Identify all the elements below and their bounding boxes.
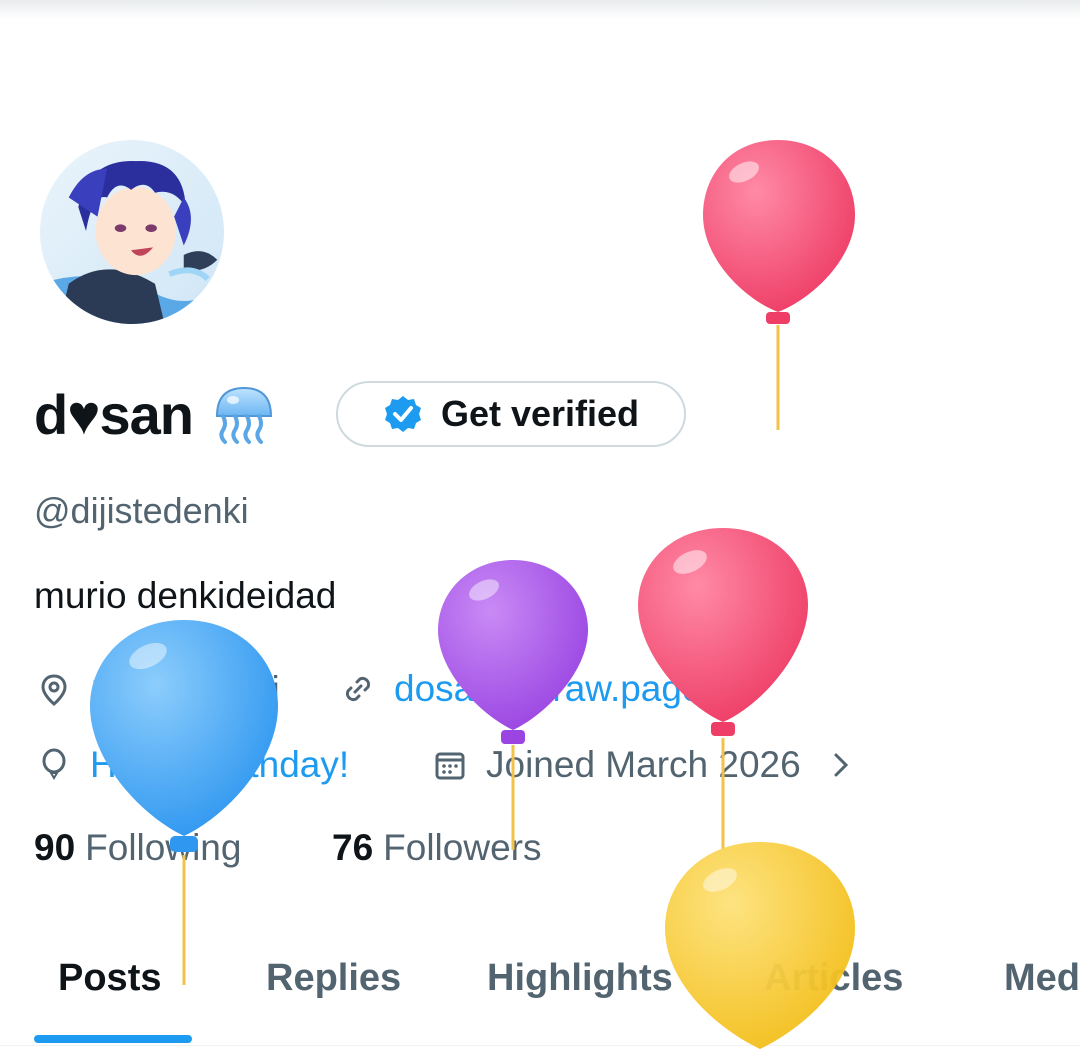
joined-item[interactable]: Joined March 2026 <box>432 744 859 786</box>
following-stat[interactable]: 90 Following <box>34 827 241 869</box>
chevron-right-icon[interactable] <box>823 747 859 783</box>
tab-highlights[interactable]: Highlights <box>487 957 673 1000</box>
link-icon <box>345 676 371 702</box>
red-balloon-top <box>703 140 855 430</box>
tab-replies[interactable]: Replies <box>266 957 401 1000</box>
website-item[interactable]: dosaito.straw.page <box>340 668 703 710</box>
user-handle: @dijistedenki <box>34 490 249 531</box>
verified-badge-icon <box>384 396 421 432</box>
birthday-text[interactable]: Happy birthday! <box>90 744 349 786</box>
bio-text: murio denkideidad <box>34 575 337 616</box>
birthday-item: Happy birthday! <box>36 744 349 786</box>
followers-label: Followers <box>383 827 542 868</box>
location-pin-icon <box>41 673 67 706</box>
top-bar-edge <box>0 0 1080 20</box>
calendar-icon <box>435 752 465 780</box>
profile-name-row: d♥san <box>34 380 277 450</box>
website-link[interactable]: dosaito.straw.page <box>394 668 703 710</box>
active-tab-indicator <box>34 1035 192 1043</box>
following-label: Following <box>85 827 242 868</box>
tab-media[interactable]: Med <box>1004 957 1080 1000</box>
balloon-icon <box>42 748 66 780</box>
location-item: 19he ⋆ wini <box>36 668 280 711</box>
get-verified-label: Get verified <box>440 393 640 434</box>
tab-articles[interactable]: Articles <box>764 957 903 1000</box>
following-count: 90 <box>34 827 76 868</box>
avatar[interactable] <box>36 136 228 328</box>
followers-stat[interactable]: 76 Followers <box>332 827 541 869</box>
profile-tabs: Posts Replies Highlights Articles Med <box>0 935 1080 1046</box>
jellyfish-icon <box>215 386 272 444</box>
display-name: d♥san <box>34 383 194 446</box>
joined-text: Joined March 2026 <box>486 744 801 785</box>
tab-posts[interactable]: Posts <box>58 957 161 1000</box>
avatar-image <box>40 140 224 324</box>
followers-count: 76 <box>332 827 374 868</box>
location-text: 19he ⋆ wini <box>90 669 280 710</box>
get-verified-button[interactable]: Get verified <box>336 381 686 447</box>
